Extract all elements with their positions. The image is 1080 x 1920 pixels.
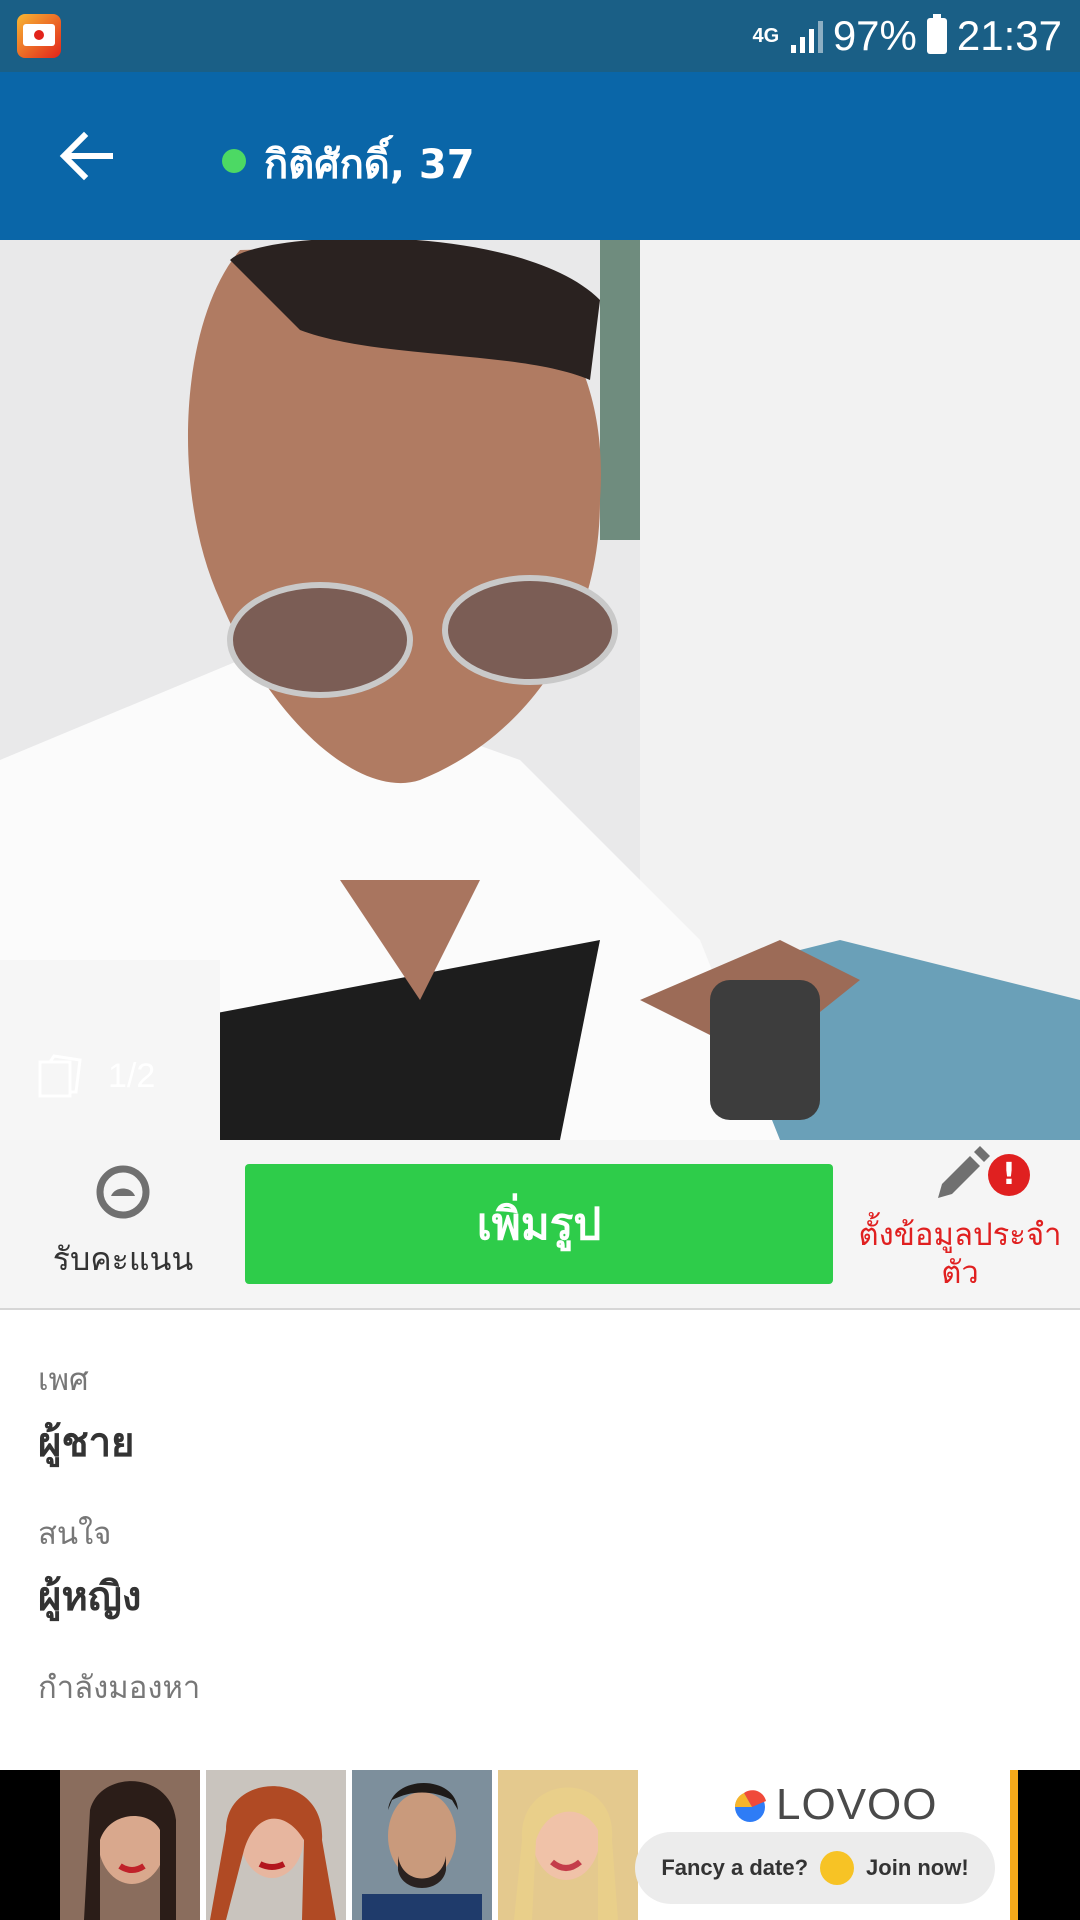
profile-photo-image — [0, 240, 1080, 1140]
online-status-dot — [222, 149, 246, 173]
ad-photo-2 — [206, 1770, 346, 1920]
pencil-icon — [938, 1146, 990, 1198]
profile-setup-label: ตั้งข้อมูลประจำตัว — [858, 1217, 1062, 1291]
profile-photo[interactable] — [0, 240, 1080, 1140]
ad-brand: LOVOO — [730, 1780, 938, 1830]
get-points-label: รับคะแนน — [52, 1240, 194, 1278]
interest-value: ผู้หญิง — [38, 1574, 142, 1620]
ad-photo-3 — [352, 1770, 492, 1920]
ad-brand-text: LOVOO — [776, 1780, 938, 1829]
app-bar: กิติศักดิ์, 37 — [0, 72, 1080, 240]
battery-icon — [926, 14, 947, 54]
interest-section: สนใจ ผู้หญิง — [38, 1508, 1038, 1628]
profile-setup-button[interactable]: ! ตั้งข้อมูลประจำตัว — [840, 1140, 1080, 1308]
gender-section: เพศ ผู้ชาย — [38, 1354, 1038, 1474]
signal-icon — [790, 19, 823, 53]
profile-title: กิติศักดิ์, 37 — [264, 142, 475, 188]
status-bar: 4G 97% 21:37 — [0, 0, 1080, 72]
gender-label: เพศ — [38, 1362, 89, 1398]
clock: 21:37 — [956, 12, 1062, 59]
looking-for-section: กำลังมองหา — [38, 1662, 1038, 1712]
ad-cta-action: Join now! — [866, 1855, 969, 1880]
gender-value: ผู้ชาย — [38, 1420, 135, 1466]
ad-cta-text: Fancy a date? — [661, 1855, 809, 1880]
points-icon — [96, 1165, 150, 1219]
ad-banner[interactable]: LOVOO Fancy a date? Join now! — [0, 1770, 1080, 1920]
heart-eyes-emoji-icon — [820, 1851, 855, 1885]
add-photo-button[interactable]: เพิ่มรูป — [245, 1164, 833, 1284]
app-notification-icon — [17, 14, 61, 58]
interest-label: สนใจ — [38, 1516, 112, 1552]
photo-counter: 1/2 — [36, 1052, 155, 1100]
profile-info: เพศ ผู้ชาย สนใจ ผู้หญิง กำลังมองหา — [38, 1354, 1038, 1746]
alert-icon: ! — [988, 1154, 1030, 1196]
action-bar: รับคะแนน เพิ่มรูป ! ตั้งข้อมูลประจำตัว — [0, 1140, 1080, 1310]
ad-content[interactable]: LOVOO Fancy a date? Join now! — [60, 1770, 1018, 1920]
looking-for-label: กำลังมองหา — [38, 1670, 201, 1706]
network-type-icon: 4G — [752, 25, 780, 47]
arrow-left-icon — [59, 131, 113, 181]
photo-counter-text: 1/2 — [108, 1056, 156, 1095]
lovoo-logo-icon — [734, 1790, 766, 1822]
get-points-button[interactable]: รับคะแนน — [40, 1164, 206, 1285]
ad-cta-button[interactable]: Fancy a date? Join now! — [635, 1832, 995, 1904]
ad-edge-accent — [1010, 1770, 1018, 1920]
battery-percent: 97% — [832, 12, 917, 59]
back-button[interactable] — [52, 122, 120, 190]
photos-icon — [38, 1054, 82, 1098]
ad-photo-4 — [498, 1770, 638, 1920]
ad-photo-1 — [60, 1770, 200, 1920]
